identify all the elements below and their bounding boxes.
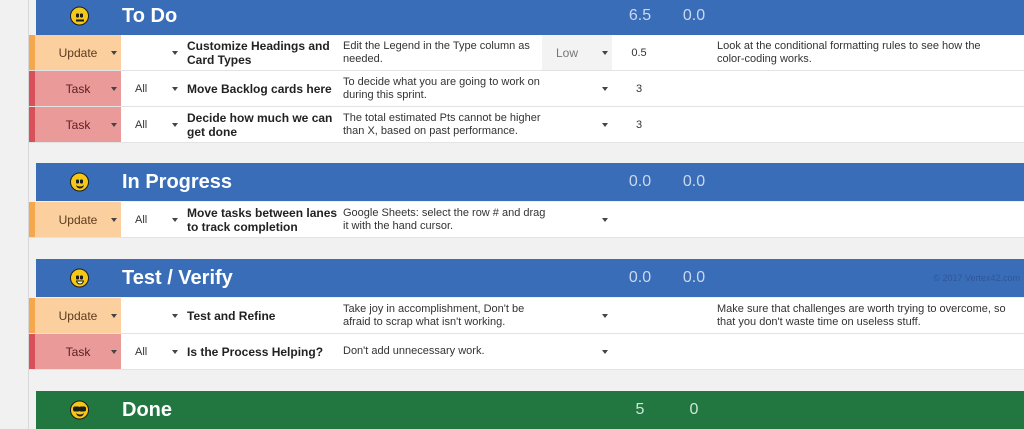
chevron-down-icon[interactable] [111, 50, 117, 55]
notes-cell[interactable]: Make sure that challenges are worth tryi… [717, 298, 1007, 333]
table-row[interactable]: Update Customize Headings and Card Types… [29, 35, 1024, 71]
type-dropdown[interactable]: Task [29, 334, 121, 369]
lane-estimated-total: 0.0 [628, 173, 652, 190]
chevron-down-icon[interactable] [111, 86, 117, 91]
type-label: Update [58, 45, 98, 60]
chevron-down-icon[interactable] [111, 349, 117, 354]
card-description[interactable]: Google Sheets: select the row # and drag… [343, 202, 547, 237]
card-title[interactable]: Decide how much we can get done [187, 107, 341, 142]
notes-cell[interactable] [717, 107, 1007, 142]
card-title[interactable]: Move tasks between lanes to track comple… [187, 202, 341, 237]
notes-cell[interactable]: Look at the conditional formatting rules… [717, 35, 1007, 70]
lane-title: Done [122, 398, 172, 421]
notes-cell[interactable] [717, 334, 1007, 369]
points-cell[interactable]: 3 [624, 107, 654, 142]
lane-actual-total: 0 [689, 401, 699, 418]
points-cell[interactable] [624, 298, 654, 333]
points-cell[interactable] [624, 202, 654, 237]
lane-estimated-total: 0.0 [628, 269, 652, 286]
neutral-face-icon [70, 6, 89, 26]
lane-title: To Do [122, 4, 178, 27]
grinning-face-icon [70, 268, 89, 288]
type-dropdown[interactable]: Task [29, 107, 121, 142]
lane-header-inprogress: In Progress 0.0 0.0 [36, 163, 1024, 201]
type-dropdown[interactable]: Update [29, 35, 121, 70]
card-description[interactable]: Take joy in accomplishment, Don't be afr… [343, 298, 547, 333]
lane-estimated-total: 5 [635, 401, 645, 418]
notes-cell[interactable] [717, 202, 1007, 237]
chevron-down-icon[interactable] [111, 217, 117, 222]
type-label: Task [65, 81, 91, 96]
card-title[interactable]: Move Backlog cards here [187, 71, 341, 106]
chevron-down-icon[interactable] [602, 217, 608, 222]
table-row[interactable]: Update All Move tasks between lanes to t… [29, 202, 1024, 238]
type-label: Update [58, 308, 98, 323]
chevron-down-icon[interactable] [111, 313, 117, 318]
lane-header-done: Done 5 0 [36, 391, 1024, 429]
card-title[interactable]: Is the Process Helping? [187, 334, 341, 369]
card-description[interactable]: The total estimated Pts cannot be higher… [343, 107, 547, 142]
table-row[interactable]: Task All Move Backlog cards here To deci… [29, 71, 1024, 107]
type-dropdown[interactable]: Update [29, 298, 121, 333]
card-title[interactable]: Test and Refine [187, 298, 341, 333]
points-cell[interactable] [624, 334, 654, 369]
chevron-down-icon[interactable] [172, 122, 178, 127]
chevron-down-icon[interactable] [602, 349, 608, 354]
chevron-down-icon[interactable] [602, 122, 608, 127]
sunglasses-face-icon [70, 400, 89, 420]
row-header-gutter[interactable] [0, 0, 29, 429]
lane-actual-total: 0.0 [682, 173, 706, 190]
table-row[interactable]: Task All Decide how much we can get done… [29, 107, 1024, 143]
chevron-down-icon[interactable] [172, 217, 178, 222]
card-description[interactable]: Don't add unnecessary work. [343, 334, 547, 369]
chevron-down-icon[interactable] [602, 50, 608, 55]
lane-estimated-total: 6.5 [628, 7, 652, 24]
lane-header-test: Test / Verify 0.0 0.0 © 2017 Vertex42.co… [36, 259, 1024, 297]
lane-header-todo: To Do 6.5 0.0 [36, 0, 1024, 35]
chevron-down-icon[interactable] [172, 50, 178, 55]
notes-cell[interactable] [717, 71, 1007, 106]
chevron-down-icon[interactable] [111, 122, 117, 127]
chevron-down-icon[interactable] [602, 313, 608, 318]
card-description[interactable]: To decide what you are going to work on … [343, 71, 547, 106]
card-title[interactable]: Customize Headings and Card Types [187, 35, 341, 70]
lane-actual-total: 0.0 [682, 269, 706, 286]
type-dropdown[interactable]: Update [29, 202, 121, 237]
kanban-sheet: To Do 6.5 0.0 Update Customize Headings … [29, 0, 1024, 429]
chevron-down-icon[interactable] [172, 86, 178, 91]
lane-title: In Progress [122, 170, 233, 193]
type-dropdown[interactable]: Task [29, 71, 121, 106]
points-cell[interactable]: 3 [624, 71, 654, 106]
chevron-down-icon[interactable] [172, 349, 178, 354]
type-label: Task [65, 344, 91, 359]
type-label: Update [58, 212, 98, 227]
table-row[interactable]: Task All Is the Process Helping? Don't a… [29, 334, 1024, 370]
table-row[interactable]: Update Test and Refine Take joy in accom… [29, 298, 1024, 334]
chevron-down-icon[interactable] [602, 86, 608, 91]
chevron-down-icon[interactable] [172, 313, 178, 318]
copyright-text: © 2017 Vertex42.com [933, 273, 1020, 283]
card-description[interactable]: Edit the Legend in the Type column as ne… [343, 35, 547, 70]
points-cell[interactable]: 0.5 [624, 35, 654, 70]
lane-title: Test / Verify [122, 266, 233, 289]
lane-actual-total: 0.0 [682, 7, 706, 24]
smiling-face-icon [70, 172, 89, 192]
type-label: Task [65, 117, 91, 132]
